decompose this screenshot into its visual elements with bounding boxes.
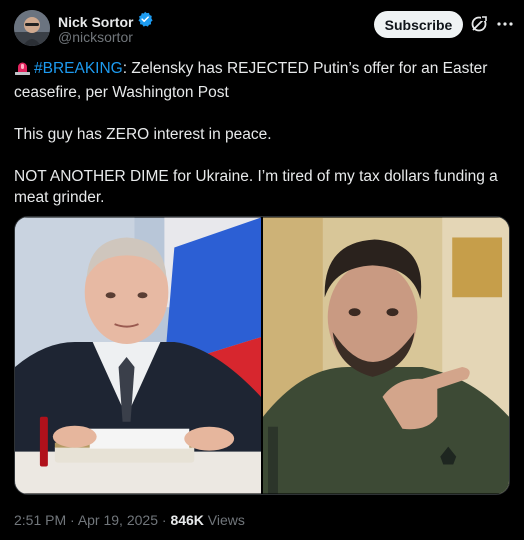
verified-badge-icon (137, 11, 154, 32)
more-icon[interactable] (495, 14, 515, 34)
post-line-2: This guy has ZERO interest in peace. (14, 126, 272, 143)
meta-separator: · (66, 512, 78, 528)
author-handle[interactable]: @nicksortor (58, 29, 133, 45)
post-time[interactable]: 2:51 PM (14, 512, 66, 528)
post-text: #BREAKING: Zelensky has REJECTED Putin’s… (14, 58, 510, 229)
post-line-3: NOT ANOTHER DIME for Ukraine. I’m tired … (14, 168, 498, 206)
post-date[interactable]: Apr 19, 2025 (78, 512, 158, 528)
meta-separator: · (157, 512, 171, 528)
views-count: 846K (170, 512, 204, 528)
breaking-hashtag-link[interactable]: #BREAKING (34, 60, 123, 77)
avatar-image (14, 10, 50, 46)
post-paragraph-1: #BREAKING: Zelensky has REJECTED Putin’s… (14, 58, 510, 103)
grok-icon[interactable] (470, 15, 488, 33)
author-name[interactable]: Nick Sortor (58, 14, 133, 30)
putin-photo[interactable] (15, 217, 261, 494)
views-label: Views (203, 512, 245, 528)
post-media[interactable] (14, 216, 510, 495)
siren-icon (14, 59, 31, 82)
subscribe-button[interactable]: Subscribe (374, 11, 463, 38)
avatar[interactable] (14, 10, 50, 46)
zelensky-photo[interactable] (263, 217, 509, 494)
post-meta: 2:51 PM · Apr 19, 2025 · 846K Views (14, 512, 245, 528)
